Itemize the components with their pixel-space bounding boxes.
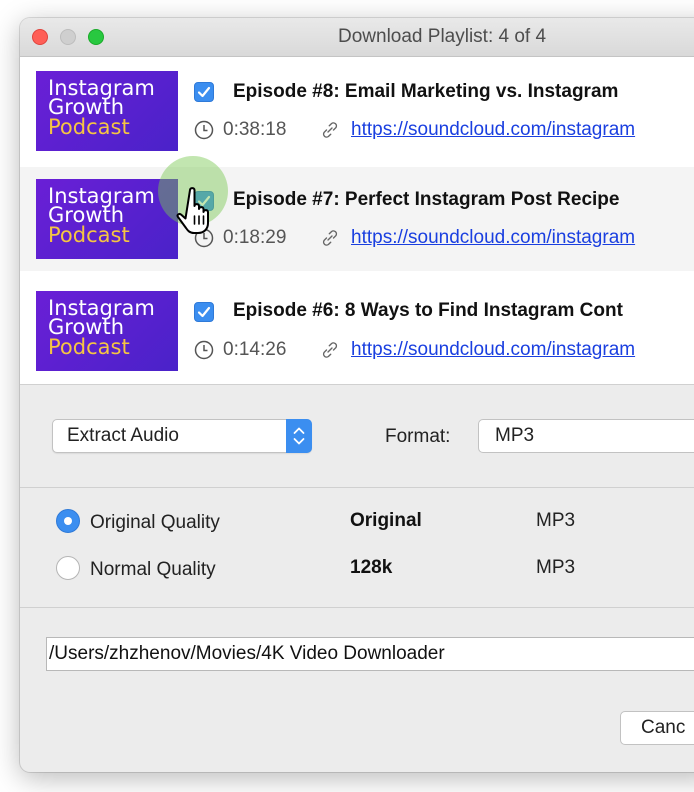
episode-row: Instagram Growth Podcast Episode #8: Ema… bbox=[20, 57, 694, 161]
save-path-value: /Users/zhzhenov/Movies/4K Video Download… bbox=[49, 643, 445, 664]
episode-duration: 0:14:26 bbox=[223, 339, 287, 360]
title-bar: Download Playlist: 4 of 4 bbox=[20, 18, 694, 57]
thumbnail-line-3: Podcast bbox=[48, 223, 130, 247]
episode-thumbnail: Instagram Growth Podcast bbox=[36, 71, 178, 151]
episode-title: Episode #7: Perfect Instagram Post Recip… bbox=[233, 189, 620, 210]
list-divider bbox=[20, 384, 694, 385]
link-icon bbox=[322, 342, 338, 358]
quality-format: MP3 bbox=[536, 557, 576, 578]
zoom-window-button[interactable] bbox=[88, 29, 104, 45]
minimize-window-button[interactable] bbox=[60, 29, 76, 45]
quality-value: 128k bbox=[350, 557, 393, 578]
download-playlist-window: Download Playlist: 4 of 4 Instagram Grow… bbox=[20, 18, 694, 772]
quality-label[interactable]: Original Quality bbox=[90, 512, 220, 534]
link-icon bbox=[322, 122, 338, 138]
options-divider bbox=[20, 487, 694, 488]
popup-stepper-icon bbox=[286, 419, 312, 453]
checkmark-icon bbox=[197, 306, 211, 318]
close-window-button[interactable] bbox=[32, 29, 48, 45]
episode-duration: 0:18:29 bbox=[223, 227, 287, 248]
link-icon bbox=[322, 230, 338, 246]
quality-radio-normal[interactable] bbox=[56, 556, 80, 580]
format-value: MP3 bbox=[495, 425, 535, 446]
download-mode-value: Extract Audio bbox=[67, 425, 179, 446]
episode-checkbox[interactable] bbox=[194, 82, 214, 102]
episode-title: Episode #8: Email Marketing vs. Instagra… bbox=[233, 81, 619, 102]
quality-radio-original[interactable] bbox=[56, 509, 80, 533]
episode-thumbnail: Instagram Growth Podcast bbox=[36, 291, 178, 371]
cancel-button[interactable]: Canc bbox=[620, 711, 694, 745]
episode-url-link[interactable]: https://soundcloud.com/instagram bbox=[351, 119, 635, 141]
episode-checkbox[interactable] bbox=[194, 302, 214, 322]
quality-label[interactable]: Normal Quality bbox=[90, 559, 216, 581]
episode-row: Instagram Growth Podcast Episode #6: 8 W… bbox=[20, 277, 694, 381]
clock-icon bbox=[194, 340, 214, 360]
episode-title: Episode #6: 8 Ways to Find Instagram Con… bbox=[233, 300, 623, 321]
hand-pointer-icon bbox=[176, 187, 209, 234]
clock-icon bbox=[194, 120, 214, 140]
save-path-field[interactable]: /Users/zhzhenov/Movies/4K Video Download… bbox=[46, 637, 694, 671]
episode-row: Instagram Growth Podcast Episode #7: Per… bbox=[20, 167, 694, 271]
thumbnail-line-3: Podcast bbox=[48, 335, 130, 359]
episode-duration: 0:38:18 bbox=[223, 119, 287, 140]
cancel-button-label: Canc bbox=[641, 717, 686, 738]
episode-url-link[interactable]: https://soundcloud.com/instagram bbox=[351, 227, 635, 249]
episode-url-link[interactable]: https://soundcloud.com/instagram bbox=[351, 339, 635, 361]
episode-thumbnail: Instagram Growth Podcast bbox=[36, 179, 178, 259]
thumbnail-line-3: Podcast bbox=[48, 115, 130, 139]
format-select[interactable]: MP3 bbox=[478, 419, 694, 453]
format-label: Format: bbox=[385, 426, 451, 447]
window-title: Download Playlist: 4 of 4 bbox=[338, 26, 547, 47]
quality-value: Original bbox=[350, 510, 422, 531]
quality-divider bbox=[20, 607, 694, 608]
download-mode-popup[interactable]: Extract Audio bbox=[52, 419, 312, 453]
checkmark-icon bbox=[197, 86, 211, 98]
episode-list: Instagram Growth Podcast Episode #8: Ema… bbox=[20, 57, 694, 384]
quality-format: MP3 bbox=[536, 510, 576, 531]
